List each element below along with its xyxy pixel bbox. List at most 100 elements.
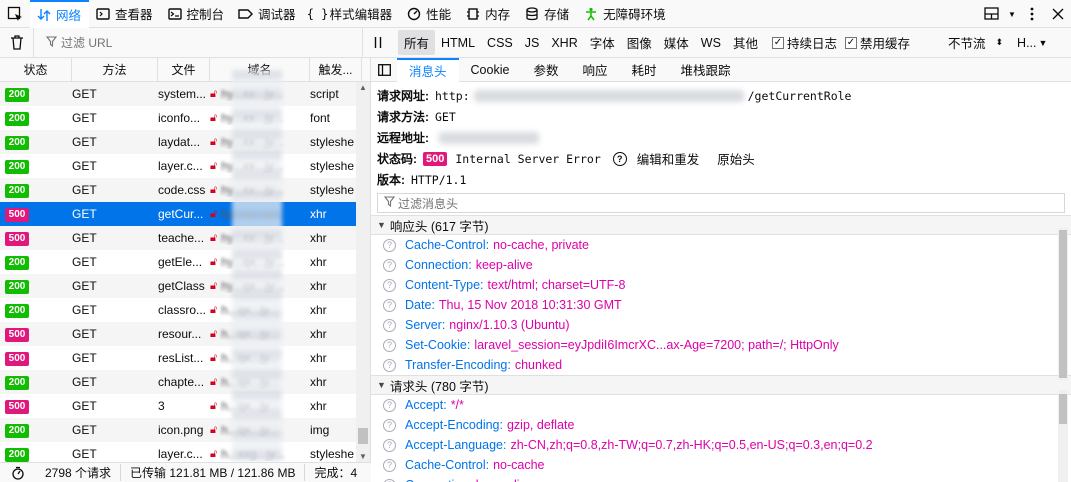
file-cell: getClass <box>158 279 205 293</box>
scroll-down-arrow-icon[interactable]: ▼ <box>359 452 367 461</box>
dock-dropdown-arrow[interactable]: ▼ <box>1005 0 1019 28</box>
tab-storage[interactable]: 存储 <box>518 0 577 28</box>
request-row[interactable]: 200GETclassro...🔓︎h...qx...jy...xhr <box>0 298 370 322</box>
header-row[interactable]: ? Accept-Encoding: gzip, deflate <box>371 415 1071 435</box>
scroll-thumb[interactable] <box>358 428 368 444</box>
column-cause[interactable]: 触发... <box>310 58 362 82</box>
help-icon[interactable]: ? <box>612 151 627 166</box>
help-icon[interactable]: ? <box>383 318 396 332</box>
persist-logs-checkbox[interactable]: ✓ 持续日志 <box>771 33 837 52</box>
edit-resend-button[interactable]: 编辑和重发 <box>637 149 700 168</box>
header-row[interactable]: ?Connection:keep-alive <box>371 255 1071 275</box>
request-row[interactable]: 500GET3🔓︎h...qx...jy...xhr <box>0 394 370 418</box>
tab-console[interactable]: 控制台 <box>161 0 233 28</box>
tab-cookies[interactable]: Cookie <box>459 58 522 82</box>
response-headers-scrollbar[interactable] <box>1058 228 1068 380</box>
request-row[interactable]: 200GETgetClass🔓︎hy...qx...jy...xhr <box>0 274 370 298</box>
filter-images[interactable]: 图像 <box>621 30 658 55</box>
request-list-header: 状态 方法 文件 域名 触发... <box>0 58 370 82</box>
response-headers-section[interactable]: ▼ 响应头 (617 字节) <box>371 215 1071 235</box>
filter-js[interactable]: JS <box>519 33 546 53</box>
more-options-button[interactable] <box>1019 0 1045 28</box>
element-picker-button[interactable] <box>0 0 30 28</box>
help-icon[interactable]: ? <box>383 478 396 482</box>
header-row[interactable]: ? Server: nginx/1.10.3 (Ubuntu) <box>371 315 1071 335</box>
column-status[interactable]: 状态 <box>0 58 72 82</box>
tab-response[interactable]: 响应 <box>570 58 619 82</box>
help-icon[interactable]: ? <box>383 458 396 472</box>
help-icon[interactable]: ? <box>383 238 396 252</box>
help-icon[interactable]: ? <box>383 438 396 452</box>
header-row[interactable]: ? Accept: */* <box>371 395 1071 415</box>
dock-options-button[interactable] <box>979 0 1005 28</box>
tab-network[interactable]: 网络 <box>30 0 90 28</box>
filter-all[interactable]: 所有 <box>398 30 436 55</box>
pause-button[interactable] <box>362 27 392 58</box>
tab-inspector[interactable]: 查看器 <box>89 0 161 28</box>
request-row[interactable]: 500GETresour...🔓︎h...qx...jy...xhr <box>0 322 370 346</box>
request-row[interactable]: 500GETteache...🔓︎hy...xx...jy...xhr <box>0 226 370 250</box>
request-row[interactable]: 200GETgetEle...🔓︎hy...qx...jy...xhr <box>0 250 370 274</box>
help-icon[interactable]: ? <box>383 358 396 372</box>
filter-media[interactable]: 媒体 <box>658 30 695 55</box>
help-icon[interactable]: ? <box>383 398 396 412</box>
help-icon[interactable]: ? <box>383 298 396 312</box>
column-file[interactable]: 文件 <box>158 58 210 82</box>
header-row[interactable]: ? Cache-Control: no-cache <box>371 455 1071 475</box>
filter-other[interactable]: 其他 <box>727 30 764 55</box>
har-menu-button[interactable]: H... ▼ <box>1017 36 1047 50</box>
tab-style-editor[interactable]: { } 样式编辑器 <box>304 0 401 28</box>
header-row[interactable]: ? Set-Cookie: laravel_session=eyJpdiI6Imcr… <box>371 335 1071 355</box>
disable-cache-checkbox[interactable]: ✓ 禁用缓存 <box>844 33 910 52</box>
request-row[interactable]: 500GETresList...🔓︎h...qx...jy...xhr <box>0 346 370 370</box>
clear-button[interactable] <box>0 27 34 58</box>
request-headers-section[interactable]: ▼ 请求头 (780 字节) <box>371 375 1071 395</box>
help-icon[interactable]: ? <box>383 338 396 352</box>
tab-performance[interactable]: 性能 <box>400 0 459 28</box>
header-row[interactable]: ? Cache-Control: no-cache, private <box>371 235 1071 255</box>
toggle-sidebar-button[interactable] <box>371 63 397 76</box>
tab-accessibility[interactable]: 无障碍环境 <box>577 0 674 28</box>
request-row[interactable]: 200GETchapte...🔓︎h...qx...jy...xhr <box>0 370 370 394</box>
help-icon[interactable]: ? <box>383 258 396 272</box>
tab-timings[interactable]: 耗时 <box>619 58 668 82</box>
filter-html[interactable]: HTML <box>435 33 481 53</box>
request-row[interactable]: 200GETiconfo...🔓︎hy...xx...jy...font <box>0 106 370 130</box>
filter-fonts[interactable]: 字体 <box>584 30 621 55</box>
throttling-select[interactable]: 不节流 ⬍ <box>948 33 1003 52</box>
header-row[interactable]: ?Connection:keep-alive <box>371 475 1071 482</box>
request-row[interactable]: 200GETsystem...🔓︎hy...xx...jy...script <box>0 82 370 106</box>
close-devtools-button[interactable] <box>1045 0 1071 28</box>
performance-analysis-button[interactable] <box>0 466 36 480</box>
header-row[interactable]: ? Date: Thu, 15 Nov 2018 10:31:30 GMT <box>371 295 1071 315</box>
header-row[interactable]: ? Accept-Language: zh-CN,zh;q=0.8,zh-TW;q=… <box>371 435 1071 455</box>
filter-xhr[interactable]: XHR <box>545 33 583 53</box>
raw-headers-button[interactable]: 原始头 <box>717 149 755 168</box>
help-icon[interactable]: ? <box>383 278 396 292</box>
headers-summary: 请求网址: http: /getCurrentRole 请求方法: GET 远程… <box>371 82 1071 190</box>
headers-filter-input[interactable]: 过滤消息头 <box>377 193 1065 213</box>
url-filter-input[interactable]: 过滤 URL <box>34 28 354 58</box>
request-row[interactable]: 500GETgetCur...🔓︎hy...xx...jy...xhr <box>0 202 370 226</box>
column-method[interactable]: 方法 <box>72 58 158 82</box>
scroll-thumb[interactable] <box>1059 394 1067 424</box>
request-row[interactable]: 200GETcode.css🔓︎hy...xx...jy...styleshe <box>0 178 370 202</box>
tab-stack-trace[interactable]: 堆栈跟踪 <box>668 58 742 82</box>
tab-params[interactable]: 参数 <box>521 58 570 82</box>
help-icon[interactable]: ? <box>383 418 396 432</box>
request-list-scrollbar[interactable]: ▲ ▼ <box>356 82 370 462</box>
request-row[interactable]: 200GETlayer.c...🔓︎h...xxg...jy...stylesh… <box>0 442 370 462</box>
header-row[interactable]: ? Transfer-Encoding: chunked <box>371 355 1071 375</box>
tab-debugger[interactable]: 调试器 <box>232 0 304 28</box>
tab-memory[interactable]: 内存 <box>459 0 518 28</box>
request-row[interactable]: 200GETlayer.c...🔓︎hy...xx...jy...stylesh… <box>0 154 370 178</box>
request-row[interactable]: 200GETlaydat...🔓︎hy...xx...jy...styleshe <box>0 130 370 154</box>
scroll-up-arrow-icon[interactable]: ▲ <box>359 83 367 92</box>
tab-headers[interactable]: 消息头 <box>397 57 459 82</box>
request-row[interactable]: 200GETicon.png🔓︎h...qx...jy...img <box>0 418 370 442</box>
scroll-thumb[interactable] <box>1059 230 1067 378</box>
filter-css[interactable]: CSS <box>481 33 519 53</box>
header-row[interactable]: ? Content-Type: text/html; charset=UTF-8 <box>371 275 1071 295</box>
request-headers-scrollbar[interactable] <box>1058 390 1068 482</box>
filter-ws[interactable]: WS <box>695 33 727 53</box>
